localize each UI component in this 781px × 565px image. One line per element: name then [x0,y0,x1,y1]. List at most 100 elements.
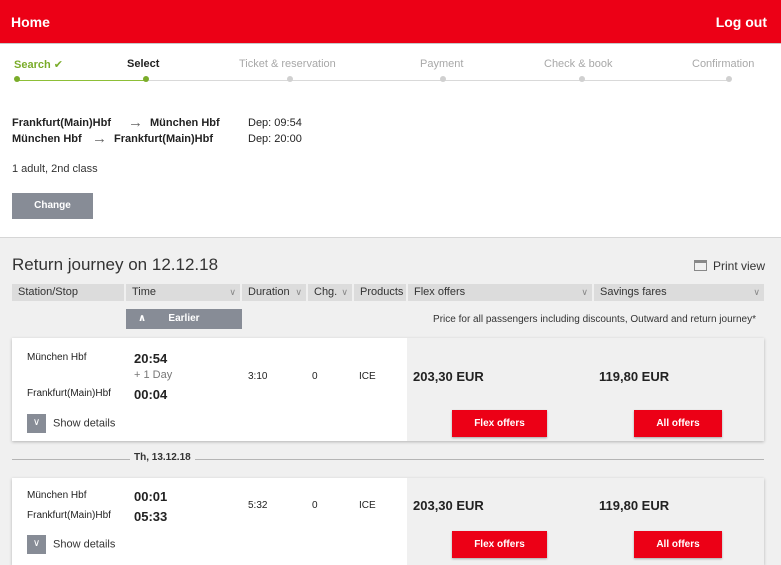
progress-track-done [16,80,146,81]
earlier-label: Earlier [168,313,200,324]
changes-value: 0 [312,371,318,382]
step-dot [440,76,446,82]
plus-day-note: + 1 Day [134,369,173,381]
step-confirmation-label: Confirmation [692,58,755,70]
column-changes-label: Chg. [314,286,338,298]
show-details-label: Show details [53,538,116,551]
return-trip: München Hbf → Frankfurt(Main)Hbf Dep: 20… [12,130,332,149]
flex-offers-button[interactable]: Flex offers [452,410,547,437]
savings-price: 119,80 EUR [599,369,670,384]
step-dot [143,76,149,82]
step-payment: Payment [420,58,464,82]
departure-time: 00:01 [134,489,168,504]
chevron-down-icon: ∨ [27,414,46,433]
arrow-right-icon: → [128,114,143,131]
results-section: Return journey on 12.12.18 Print view St… [0,239,781,565]
logout-link[interactable]: Log out [716,14,767,30]
chevron-down-icon: ∨ [753,287,760,297]
fares-cell: 203,30 EUR 119,80 EUR Flex offers All of… [407,478,764,565]
column-headers: Station/Stop Time ∨ Duration ∨ Chg. ∨ Produ… [12,284,764,301]
column-savings-fares[interactable]: Savings fares ∨ [594,284,764,301]
return-departure: Dep: 20:00 [248,133,302,145]
column-duration-label: Duration [248,286,290,298]
chevron-down-icon: ∨ [295,287,302,297]
product-value: ICE [359,500,376,511]
passenger-info: 1 adult, 2nd class [12,163,98,175]
arrival-station: Frankfurt(Main)Hbf [27,388,111,399]
progress-track-remaining [146,80,730,81]
step-dot [14,76,20,82]
print-view-link[interactable]: Print view [693,259,765,273]
column-products: Products [354,284,406,301]
change-button[interactable]: Change [12,193,93,219]
column-time-label: Time [132,286,157,298]
arrival-time: 00:04 [134,387,168,402]
arrival-station: Frankfurt(Main)Hbf [27,510,111,521]
stations-cell: München Hbf Frankfurt(Main)Hbf ∨ Show det… [12,478,126,565]
duration-value: 3:10 [248,371,268,382]
column-changes[interactable]: Chg. ∨ [308,284,352,301]
outward-from: Frankfurt(Main)Hbf [12,117,111,129]
journey-summary: Frankfurt(Main)Hbf → München Hbf Dep: 09… [12,114,332,149]
step-confirmation: Confirmation [692,58,755,82]
step-dot [579,76,585,82]
arrow-right-icon: → [92,130,107,147]
outward-to: München Hbf [150,117,220,129]
all-offers-button[interactable]: All offers [634,531,722,558]
outward-departure: Dep: 09:54 [248,117,302,129]
show-details-button[interactable]: ∨ Show details [27,414,115,433]
return-from: München Hbf [12,133,82,145]
flex-offers-button[interactable]: Flex offers [452,531,547,558]
checkmark-icon: ✔ [53,59,63,71]
column-flex-offers[interactable]: Flex offers ∨ [408,284,592,301]
column-duration[interactable]: Duration ∨ [242,284,306,301]
printer-icon [693,260,707,271]
times-cell: 00:01 05:33 [126,478,241,565]
chevron-down-icon: ∨ [341,287,348,297]
return-to: Frankfurt(Main)Hbf [114,133,213,145]
step-search-label: Search [14,59,51,71]
column-station-label: Station/Stop [18,286,78,298]
step-payment-label: Payment [420,58,464,70]
duration-value: 5:32 [248,500,268,511]
departure-station: München Hbf [27,490,87,501]
print-view-label: Print view [712,259,765,273]
chevron-down-icon: ∨ [581,287,588,297]
column-flex-label: Flex offers [414,286,466,298]
journey-info-cell: 3:10 0 ICE [241,338,407,441]
outward-trip: Frankfurt(Main)Hbf → München Hbf Dep: 09… [12,114,332,133]
changes-value: 0 [312,500,318,511]
column-products-label: Products [360,286,404,298]
earlier-button[interactable]: ∧ Earlier [126,309,242,329]
step-ticket-label: Ticket & reservation [239,58,336,70]
date-separator-label: Th, 13.12.18 [130,452,195,463]
step-check-book: Check & book [544,58,613,82]
step-dot [726,76,732,82]
product-value: ICE [359,371,376,382]
show-details-label: Show details [53,417,116,430]
departure-station: München Hbf [27,352,87,363]
times-cell: 20:54 + 1 Day 00:04 [126,338,241,441]
price-note: Price for all passengers including disco… [433,314,756,325]
chevron-down-icon: ∨ [27,535,46,554]
journey-info-cell: 5:32 0 ICE [241,478,407,565]
column-time[interactable]: Time ∨ [126,284,240,301]
home-link[interactable]: Home [11,14,50,30]
chevron-up-icon: ∧ [138,313,147,324]
flex-price: 203,30 EUR [413,498,484,513]
column-station: Station/Stop [12,284,124,301]
connection-card: München Hbf Frankfurt(Main)Hbf ∨ Show det… [12,478,764,565]
show-details-button[interactable]: ∨ Show details [27,535,115,554]
date-divider [12,459,764,460]
step-check-book-label: Check & book [544,58,613,70]
progress-steps: Search ✔ Select Ticket & reservation Pay… [0,44,781,84]
step-search: Search ✔ [14,58,63,82]
top-bar: Home Log out [0,0,781,44]
connection-card: München Hbf Frankfurt(Main)Hbf ∨ Show det… [12,338,764,441]
chevron-down-icon: ∨ [229,287,236,297]
departure-time: 20:54 [134,351,168,366]
page-title: Return journey on 12.12.18 [12,255,219,274]
flex-price: 203,30 EUR [413,369,484,384]
all-offers-button[interactable]: All offers [634,410,722,437]
step-select-label: Select [127,58,160,70]
